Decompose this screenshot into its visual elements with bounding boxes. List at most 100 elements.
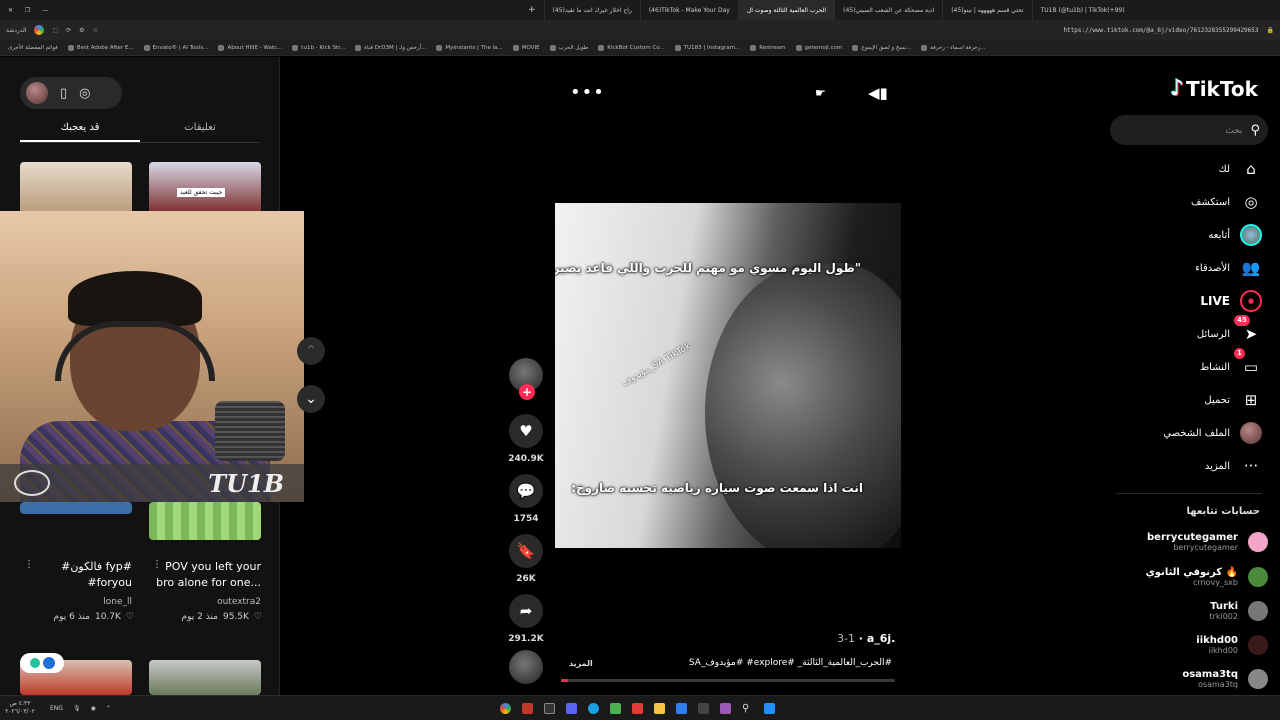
sidebar-item-live[interactable]: LIVE ● [1200, 290, 1262, 312]
next-creator-avatar[interactable] [509, 650, 543, 684]
video-thumbnail[interactable] [20, 502, 132, 514]
bookmark-star-icon[interactable]: ☆ [93, 27, 98, 34]
previous-video-button[interactable]: ⌃ [297, 337, 325, 365]
browser-tab[interactable]: (45)راح اخلاز غيرك انت ما تقيد [543, 0, 640, 20]
tab-you-may-like[interactable]: قد يعجبك [20, 117, 140, 142]
followed-account[interactable]: berrycutegamer berrycutegamer [1147, 532, 1268, 552]
share-button[interactable]: ➦ [509, 594, 543, 628]
bookmark-item[interactable]: قناة DrD3M | أرخص ولـ... [355, 44, 426, 51]
video-author[interactable]: outextra2 [189, 597, 261, 607]
comment-button[interactable]: 💬 [509, 474, 543, 508]
close-window-icon[interactable]: ✕ [8, 7, 13, 14]
settings-icon[interactable]: ⚙ [79, 27, 84, 34]
phone-icon[interactable]: ▯ [60, 86, 67, 101]
bookmark-item[interactable]: tu1b - Kick Str... [292, 44, 345, 51]
more-options-icon[interactable]: ••• [570, 82, 605, 103]
video-options-icon[interactable]: ⋮ [24, 559, 34, 570]
chrome-app-icon[interactable] [500, 702, 511, 714]
sidebar-item-friends[interactable]: الأصدقاء 👥 [1195, 257, 1262, 279]
browser-tab[interactable]: TU1B (@tu1b) | TikTok(+99) [1031, 0, 1133, 20]
network-icon[interactable]: ◉ [91, 705, 96, 712]
sidebar-item-activity[interactable]: النشاط ▭ 1 [1200, 348, 1262, 378]
search-input[interactable] [1132, 125, 1243, 135]
search-app-icon[interactable]: ⚲ [742, 703, 753, 714]
video-author[interactable]: lone_ll [60, 597, 132, 607]
followed-account[interactable]: Turki trki002 [1209, 601, 1268, 621]
profile-label[interactable]: الدردشة [6, 27, 26, 34]
bookmark-item[interactable]: Envato® | AI Tools... [143, 44, 208, 51]
sidebar-item-profile-avatar[interactable]: الملف الشخصي [1163, 422, 1262, 444]
video-thumbnail[interactable] [149, 502, 261, 540]
bookmark-item[interactable]: KickBot Custom Co... [598, 44, 665, 51]
volume-icon[interactable]: ◀▮ [868, 84, 888, 102]
bookmark-item[interactable]: TU183 | Instagram... [674, 44, 740, 51]
browser-tab[interactable]: (45)اذية مضحكة عن الشعب الصيني [834, 0, 942, 20]
user-avatar[interactable] [26, 82, 48, 104]
bookmark-item[interactable]: قوائم المفضلة الأخرى [8, 45, 58, 51]
app-icon[interactable] [610, 702, 621, 714]
start-icon[interactable] [764, 702, 775, 714]
sidebar-item-upload[interactable]: تحميل ⊞ [1204, 389, 1262, 411]
url-field[interactable]: https://www.tiktok.com/@a_6j/video/76123… [1063, 27, 1258, 34]
minimize-window-icon[interactable]: — [42, 7, 48, 14]
bookmark-item[interactable]: Restream [750, 44, 786, 51]
creator-avatar[interactable]: + [509, 358, 543, 400]
sidebar-item-messages[interactable]: الرسائل ➤ 45 [1197, 315, 1262, 345]
browser-tab[interactable]: (45)تحتي قسم هههههه | تيتو [942, 0, 1031, 20]
bookmark-item[interactable]: Best Adobe After E... [67, 44, 134, 51]
search-icon[interactable]: ⚲ [1250, 123, 1260, 138]
sidebar-item-compass[interactable]: استكشف ◎ [1191, 191, 1262, 213]
bookmark-item[interactable]: getemoji.com [795, 44, 842, 51]
video-progress-bar[interactable] [561, 679, 895, 682]
like-button[interactable]: ♥ [509, 414, 543, 448]
app-icon[interactable] [676, 702, 687, 714]
restore-window-icon[interactable]: ❐ [25, 7, 30, 14]
app-icon[interactable] [632, 702, 643, 714]
sidebar-item-following-avatar[interactable]: أتابعه [1208, 224, 1262, 246]
next-video-button[interactable]: ⌄ [297, 385, 325, 413]
video-options-icon[interactable]: ⋮ [152, 559, 162, 570]
get-app-button[interactable] [20, 653, 64, 673]
save-button[interactable]: 🔖 [509, 534, 543, 568]
followed-account[interactable]: iikhd00 iikhd00 [1196, 635, 1268, 655]
bookmark-item[interactable]: About HIIIE - Watc... [218, 44, 282, 51]
video-description[interactable]: #الحرب_العالمية_الثالثة_ #explore# #مؤيد… [676, 658, 892, 668]
bookmark-item[interactable]: نسخ و لصق الإيموج... [852, 44, 911, 51]
tray-expand-icon[interactable]: ⌃ [106, 705, 111, 712]
tab-comments[interactable]: تعليقات [140, 117, 260, 142]
microphone-icon[interactable]: 🎙 [73, 705, 81, 712]
video-title[interactable]: POV you left your bro alone for one... [149, 559, 261, 591]
app-icon[interactable] [522, 702, 533, 714]
language-indicator[interactable]: ENG [50, 705, 63, 712]
app-icon[interactable] [698, 702, 709, 714]
app-icon[interactable] [720, 702, 731, 714]
extensions-icon[interactable]: ⬚ [52, 27, 58, 34]
browser-tab-active[interactable]: الحرب العالمية الثالثة وصوت ال [737, 0, 835, 20]
video-thumbnail[interactable]: جيبت تحقق للعيد [149, 162, 261, 214]
follow-plus-icon[interactable]: + [519, 384, 535, 400]
app-icon[interactable] [566, 702, 577, 714]
followed-account[interactable]: osama3tq osama3tq [1182, 669, 1268, 689]
bookmark-item[interactable]: Myinstants | The la... [436, 44, 503, 51]
bookmark-item[interactable]: زخرفة اسماء - زخرفة... [921, 44, 986, 51]
video-thumbnail[interactable] [149, 660, 261, 695]
browser-tab[interactable]: (46)TikTok - Make Your Day [639, 0, 738, 20]
video-player[interactable]: "طول اليوم مسوي مو مهتم للحرب واللي قاعد… [555, 203, 901, 548]
sidebar-item-more[interactable]: المزيد ··· [1205, 455, 1262, 477]
video-thumbnail[interactable] [20, 162, 132, 214]
compass-icon[interactable]: ◎ [79, 86, 90, 101]
video-author-line[interactable]: 3-1 · a_6j. [837, 632, 895, 645]
bookmark-item[interactable]: طويل الحرب [549, 44, 588, 51]
followed-account[interactable]: كرنوفي الثانوي 🔥 crnovy_sxb [1146, 567, 1268, 587]
app-icon[interactable] [544, 702, 555, 714]
folder-app-icon[interactable] [654, 702, 665, 714]
more-description-button[interactable]: المزيد [569, 659, 593, 668]
video-title[interactable]: #فالكون fyp# #foryou [20, 559, 132, 591]
edge-app-icon[interactable] [588, 702, 599, 714]
sidebar-item-home[interactable]: لك ⌂ [1219, 158, 1262, 180]
new-tab-button[interactable]: + [520, 5, 544, 15]
tiktok-logo[interactable]: ♪ TikTok [1170, 76, 1258, 101]
reload-icon[interactable]: ⟳ [66, 27, 71, 34]
bookmark-item[interactable]: MOVIE [512, 44, 540, 51]
clock[interactable]: ٤:٣٣ ص ٢٠٢٦/٠٣/٠٢ [0, 700, 40, 716]
